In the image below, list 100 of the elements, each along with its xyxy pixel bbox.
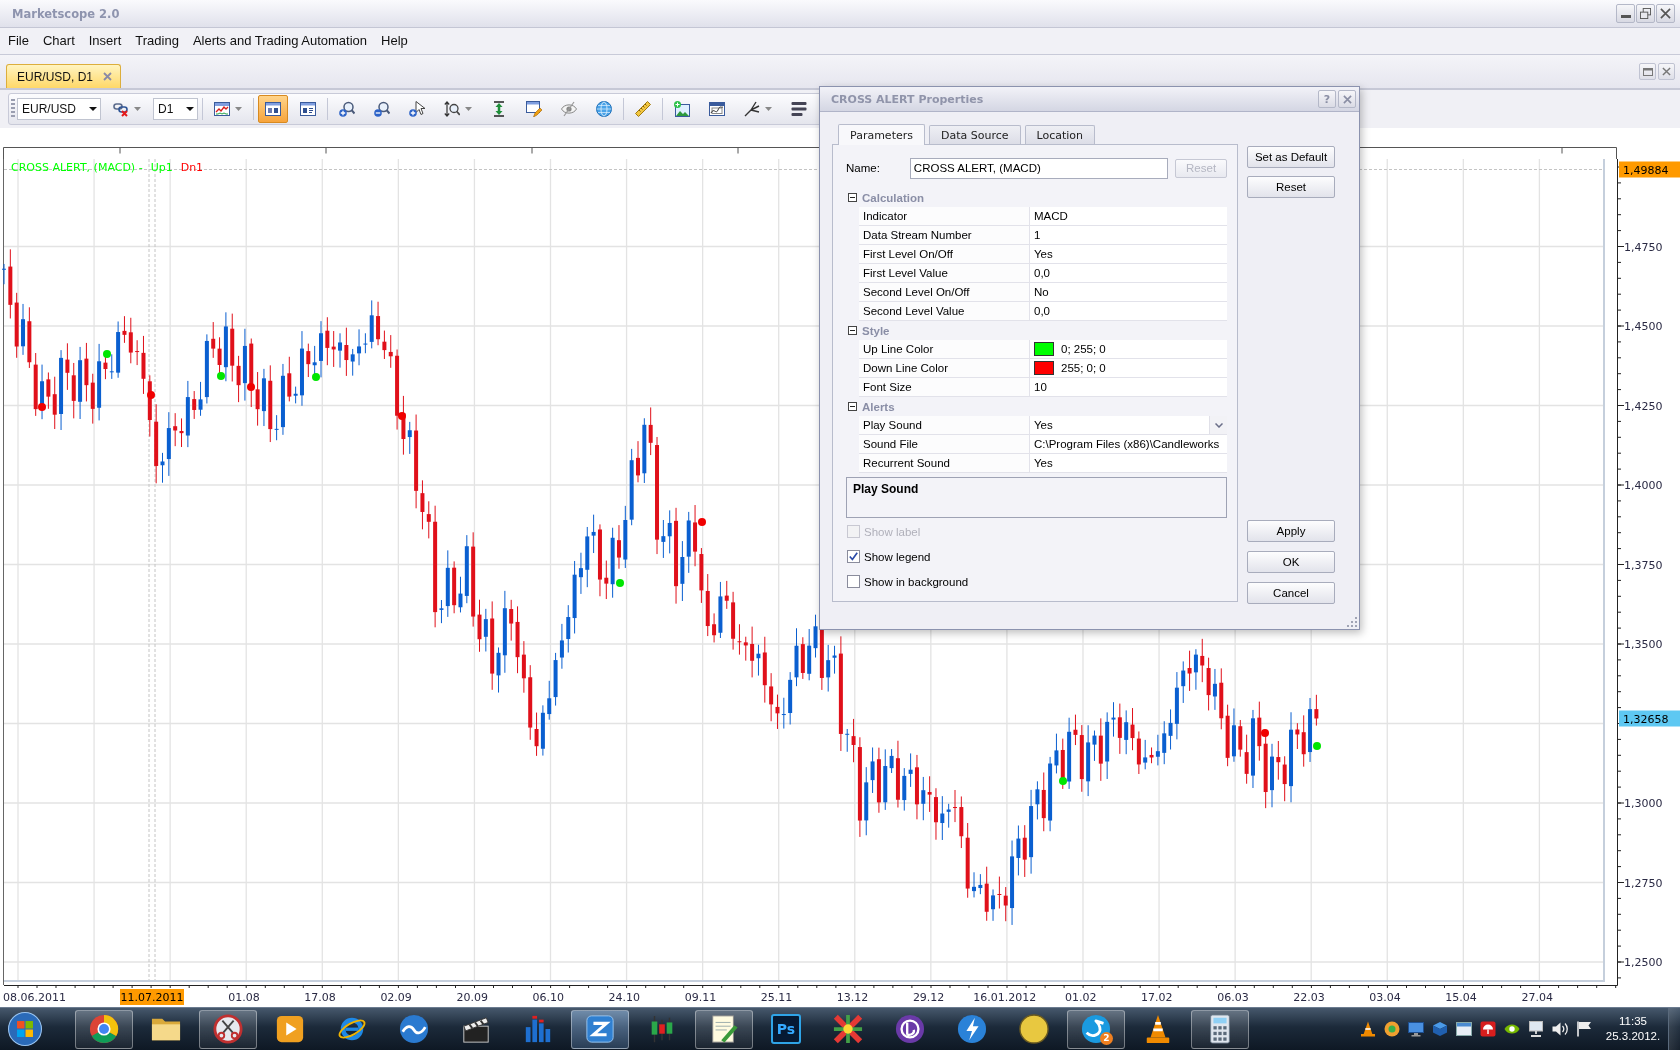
signal-dot-icon xyxy=(247,383,255,391)
property-label: Font Size xyxy=(859,378,1029,397)
group-title: Style xyxy=(862,324,890,337)
caret-icon xyxy=(186,107,195,111)
checkbox[interactable] xyxy=(847,550,860,563)
globe-icon xyxy=(596,101,613,117)
property-value: 0,0 xyxy=(1029,302,1227,321)
window-pencil-icon xyxy=(526,101,543,117)
toolbar-button[interactable] xyxy=(258,95,289,123)
dialog-button[interactable]: OK xyxy=(1247,551,1335,573)
description-title: Play Sound xyxy=(853,482,919,496)
checkbox-label[interactable]: Show in background xyxy=(864,575,969,588)
signal-dot-icon xyxy=(698,518,706,526)
price-label: 1,4250 xyxy=(1624,399,1663,413)
taskbar-button[interactable]: Ps xyxy=(757,1009,815,1049)
menu-item[interactable]: Chart xyxy=(35,32,82,50)
ring-icon[interactable] xyxy=(1384,1021,1400,1037)
date-label: 03.04 xyxy=(1369,991,1401,1004)
collapse-icon[interactable] xyxy=(848,402,857,411)
date-label: 15.04 xyxy=(1445,991,1477,1004)
dialog-button[interactable]: Set as Default xyxy=(1247,146,1335,168)
clock-date[interactable]: 25.3.2012. xyxy=(1605,1029,1661,1044)
zigzag-tile-icon xyxy=(585,1014,615,1044)
property-label: Second Level On/Off xyxy=(859,283,1029,302)
toolbar-dropdown[interactable]: EUR/USD xyxy=(17,98,101,120)
property-value: 1 xyxy=(1029,226,1227,245)
tab[interactable]: Location xyxy=(1024,125,1096,144)
legend-label: Up1 xyxy=(150,161,173,174)
resize-grip-icon[interactable] xyxy=(1347,617,1357,627)
date-label: 06.10 xyxy=(532,991,565,1004)
property-label: Play Sound xyxy=(859,416,1029,435)
cursor-plus-icon xyxy=(409,101,426,117)
price-label: 1,3750 xyxy=(1624,558,1663,572)
chart-tab[interactable]: EUR/USD, D1 xyxy=(6,64,121,88)
legend-label: CROSS ALERT, (MACD) - xyxy=(11,161,143,174)
toolbar-dropdown[interactable]: D1 xyxy=(153,98,199,120)
close-button[interactable] xyxy=(1656,4,1675,23)
tab[interactable]: Parameters xyxy=(838,124,925,145)
field-label: Name: xyxy=(846,162,881,174)
eye-icon xyxy=(561,101,578,117)
wave-disc-icon xyxy=(399,1014,429,1044)
box-icon[interactable] xyxy=(1432,1021,1448,1037)
scissors-icon xyxy=(213,1014,243,1044)
date-label: 06.03 xyxy=(1217,991,1249,1004)
signal-dot-icon xyxy=(1059,777,1067,785)
disc-icon xyxy=(1019,1014,1049,1044)
clapperboard-icon xyxy=(461,1014,491,1044)
caret-icon xyxy=(89,107,97,111)
date-label: 24.10 xyxy=(608,991,641,1004)
flag-icon[interactable] xyxy=(1576,1021,1592,1037)
dialog-button[interactable]: Cancel xyxy=(1247,582,1335,604)
traffic-cone-icon[interactable] xyxy=(1360,1021,1376,1037)
property-label: Indicator xyxy=(859,207,1029,226)
dialog-button[interactable]: Reset xyxy=(1247,176,1335,198)
collapse-icon[interactable] xyxy=(848,193,857,202)
group-title: Alerts xyxy=(862,400,895,413)
maximize-button[interactable] xyxy=(1639,63,1656,80)
property-label: Data Stream Number xyxy=(859,226,1029,245)
computer-icon[interactable] xyxy=(1528,1021,1544,1037)
value-dropdown[interactable]: Yes xyxy=(1029,416,1227,435)
taskbar-button[interactable] xyxy=(1191,1009,1249,1049)
speaker-icon[interactable] xyxy=(1552,1021,1568,1037)
taskbar-button[interactable] xyxy=(75,1009,133,1049)
taskbar-button[interactable] xyxy=(695,1009,753,1049)
monitor-icon[interactable] xyxy=(1408,1021,1424,1037)
date-label: 08.06.2011 xyxy=(3,991,66,1004)
name-field[interactable]: CROSS ALERT, (MACD) xyxy=(909,157,1169,179)
close-button[interactable] xyxy=(1658,63,1675,80)
restore-button[interactable] xyxy=(1636,4,1655,23)
chart-window-icon xyxy=(709,101,726,117)
menu-item[interactable]: Trading xyxy=(128,32,186,50)
toolbar-grip[interactable] xyxy=(11,99,15,119)
price-label: 1,3500 xyxy=(1624,638,1663,651)
property-label: First Level On/Off xyxy=(859,245,1029,264)
taskbar-button[interactable] xyxy=(199,1009,257,1049)
property-value: MACD xyxy=(1029,207,1227,226)
taskbar-button[interactable] xyxy=(571,1009,629,1049)
menu-item[interactable]: Help xyxy=(374,32,415,50)
checkbox[interactable] xyxy=(847,575,860,588)
signal-dot-icon xyxy=(398,412,406,420)
collapse-icon[interactable] xyxy=(848,326,857,335)
clock-time[interactable]: 11:35 xyxy=(1619,1014,1647,1029)
minimize-icon xyxy=(1620,15,1631,18)
chevron-icon xyxy=(1214,422,1223,428)
close-button[interactable] xyxy=(1338,90,1356,108)
tab[interactable]: Data Source xyxy=(928,125,1021,144)
window-icon[interactable] xyxy=(1456,1021,1472,1037)
dialog-button[interactable]: Apply xyxy=(1247,520,1335,542)
dialog-title: CROSS ALERT Properties xyxy=(831,92,984,106)
close-icon[interactable] xyxy=(103,72,112,81)
minimize-button[interactable] xyxy=(1616,4,1635,23)
menu-item[interactable]: Insert xyxy=(81,32,129,50)
umbrella-icon[interactable] xyxy=(1480,1021,1496,1037)
checkbox-label[interactable]: Show legend xyxy=(864,550,931,563)
menu-item[interactable]: Alerts and Trading Automation xyxy=(185,32,375,50)
menu-item[interactable]: File xyxy=(1,32,36,50)
crosshair-price-tag: 1,49884 xyxy=(1619,161,1680,178)
property-value: Yes xyxy=(1029,245,1227,264)
price-label: 1,2750 xyxy=(1624,876,1663,890)
show-desktop-button[interactable] xyxy=(1668,1008,1680,1050)
